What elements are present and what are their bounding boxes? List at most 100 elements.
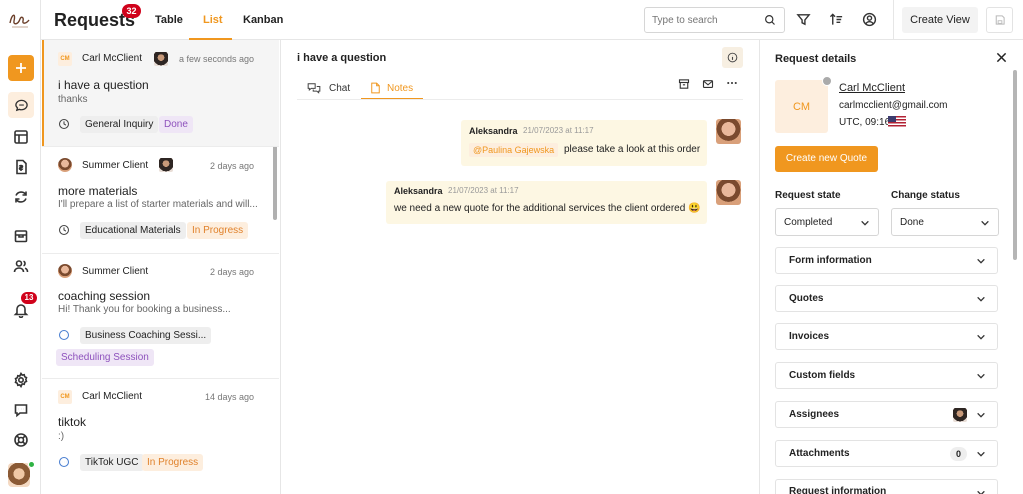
filter-button[interactable] bbox=[796, 12, 812, 28]
nav-help[interactable] bbox=[0, 426, 41, 454]
list-item[interactable]: CM Carl McClient a few seconds ago i hav… bbox=[42, 40, 279, 146]
nav-sync[interactable] bbox=[0, 183, 41, 211]
service-tag: General Inquiry bbox=[80, 116, 159, 133]
nav-invoices[interactable] bbox=[0, 153, 41, 181]
nav-settings[interactable] bbox=[0, 366, 41, 394]
clock-icon bbox=[58, 118, 70, 130]
requests-count-badge: 32 bbox=[122, 4, 141, 18]
us-flag-icon bbox=[888, 116, 906, 128]
nav-feedback[interactable] bbox=[0, 396, 41, 424]
online-status-dot bbox=[28, 461, 35, 468]
section-custom-fields[interactable]: Custom fields bbox=[775, 362, 998, 389]
section-request-information[interactable]: Request information bbox=[775, 479, 998, 494]
note-message: Aleksandra 21/07/2023 at 11:17 @Paulina … bbox=[461, 120, 707, 166]
chevron-down-icon bbox=[977, 451, 985, 457]
client-name-link[interactable]: Carl McClient bbox=[839, 82, 905, 94]
assignee-avatar bbox=[953, 408, 967, 422]
client-name: Summer Client bbox=[82, 160, 149, 171]
status-tag: In Progress bbox=[142, 454, 204, 471]
message-text: please take a look at this order bbox=[564, 144, 701, 155]
section-label: Assignees bbox=[789, 409, 840, 420]
timestamp: 14 days ago bbox=[204, 392, 254, 402]
list-item[interactable]: Summer Client 2 days ago more materials … bbox=[42, 147, 279, 253]
status-tag: In Progress bbox=[187, 222, 249, 239]
mail-icon bbox=[702, 80, 714, 88]
left-rail: 13 bbox=[0, 0, 41, 494]
request-snippet: Hi! Thank you for booking a business... bbox=[58, 304, 231, 315]
change-status-label: Change status bbox=[891, 190, 960, 201]
tab-notes[interactable]: Notes bbox=[370, 76, 413, 100]
section-label: Attachments bbox=[789, 448, 850, 459]
save-view-button[interactable] bbox=[986, 7, 1013, 33]
plus-icon bbox=[16, 63, 26, 73]
message-time: 21/07/2023 at 11:17 bbox=[448, 186, 519, 195]
section-label: Request information bbox=[789, 486, 887, 494]
timestamp: 2 days ago bbox=[209, 267, 254, 277]
email-button[interactable] bbox=[702, 78, 714, 93]
assignee-avatar bbox=[154, 52, 168, 66]
request-title: more materials bbox=[58, 184, 138, 198]
lifebuoy-icon bbox=[13, 433, 28, 447]
request-title: coaching session bbox=[58, 289, 151, 303]
service-tag: TikTok UGC bbox=[80, 454, 144, 471]
tab-kanban[interactable]: Kanban bbox=[243, 0, 283, 40]
request-title: tiktok bbox=[58, 415, 87, 429]
conversation-title: i have a question bbox=[297, 52, 387, 64]
author-avatar bbox=[716, 180, 741, 205]
store-icon bbox=[14, 230, 27, 243]
request-snippet: I'll prepare a list of starter materials… bbox=[58, 199, 258, 210]
client-timezone: UTC, 09:16 bbox=[839, 117, 891, 128]
client-initials-badge: CM bbox=[58, 52, 72, 66]
close-details-button[interactable] bbox=[996, 52, 1007, 66]
note-icon bbox=[371, 82, 380, 94]
nav-store[interactable] bbox=[0, 222, 41, 250]
add-button[interactable] bbox=[8, 55, 34, 81]
search-icon[interactable] bbox=[764, 14, 776, 26]
tab-list[interactable]: List bbox=[203, 0, 223, 40]
client-initials-badge: CM bbox=[58, 390, 72, 404]
search-input[interactable] bbox=[652, 14, 760, 26]
list-item[interactable]: CM Carl McClient 14 days ago tiktok :) T… bbox=[42, 379, 279, 485]
sort-button[interactable] bbox=[829, 12, 845, 28]
profile-button[interactable] bbox=[862, 12, 878, 28]
change-status-select[interactable]: Done bbox=[891, 208, 999, 236]
tab-chat[interactable]: Chat bbox=[307, 76, 350, 100]
section-attachments[interactable]: Attachments 0 bbox=[775, 440, 998, 467]
archive-button[interactable] bbox=[678, 78, 690, 93]
details-scrollbar[interactable] bbox=[1013, 70, 1017, 260]
info-button[interactable] bbox=[722, 47, 743, 68]
request-snippet: thanks bbox=[58, 94, 88, 105]
brand-logo[interactable] bbox=[6, 8, 34, 32]
status-tag: Scheduling Session bbox=[56, 349, 154, 366]
request-state-value: Completed bbox=[784, 216, 833, 228]
nav-users[interactable] bbox=[0, 252, 41, 280]
mention-tag[interactable]: @Paulina Gajewska bbox=[469, 143, 559, 157]
section-form-information[interactable]: Form information bbox=[775, 247, 998, 274]
client-initials: CM bbox=[792, 100, 811, 113]
bell-icon bbox=[13, 304, 28, 318]
section-assignees[interactable]: Assignees bbox=[775, 401, 998, 428]
tab-table[interactable]: Table bbox=[155, 0, 183, 40]
tab-chat-label: Chat bbox=[329, 82, 351, 94]
section-invoices[interactable]: Invoices bbox=[775, 323, 998, 350]
refresh-icon bbox=[14, 191, 27, 203]
nav-layout[interactable] bbox=[0, 123, 41, 151]
list-item[interactable]: Summer Client 2 days ago coaching sessio… bbox=[42, 254, 279, 378]
save-disk-icon bbox=[995, 15, 1005, 25]
create-quote-button[interactable]: Create new Quote bbox=[775, 146, 878, 172]
create-view-button[interactable]: Create View bbox=[902, 7, 978, 33]
info-icon bbox=[727, 52, 738, 63]
user-avatar[interactable] bbox=[8, 463, 30, 487]
section-label: Invoices bbox=[789, 331, 830, 342]
request-state-label: Request state bbox=[775, 190, 841, 201]
close-icon bbox=[996, 52, 1007, 63]
chevron-down-icon bbox=[977, 373, 985, 379]
conversation-panel: i have a question Chat Notes Aleksandra … bbox=[281, 40, 760, 494]
section-quotes[interactable]: Quotes bbox=[775, 285, 998, 312]
request-state-select[interactable]: Completed bbox=[775, 208, 879, 236]
filter-icon bbox=[796, 14, 811, 26]
change-status-value: Done bbox=[900, 216, 924, 228]
nav-requests[interactable] bbox=[8, 92, 34, 118]
more-options-button[interactable] bbox=[726, 77, 738, 92]
search-box[interactable] bbox=[644, 7, 785, 33]
